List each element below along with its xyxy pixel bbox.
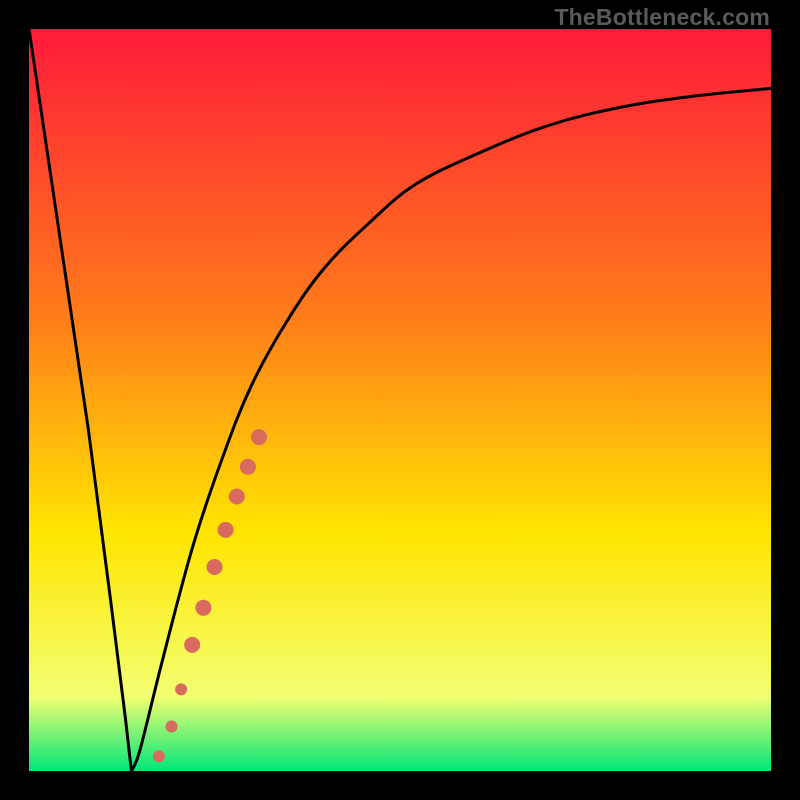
data-marker: [184, 637, 200, 653]
data-marker: [195, 600, 211, 616]
data-marker: [207, 559, 223, 575]
chart-frame: TheBottleneck.com: [0, 0, 800, 800]
data-marker: [251, 429, 267, 445]
data-marker: [229, 489, 245, 505]
data-marker: [166, 721, 178, 733]
data-marker: [240, 459, 256, 475]
data-marker: [175, 683, 187, 695]
plot-svg: [29, 29, 771, 771]
data-marker: [153, 750, 165, 762]
watermark-text: TheBottleneck.com: [554, 4, 770, 31]
plot-area: [29, 29, 771, 771]
gradient-background: [29, 29, 771, 771]
data-marker: [218, 522, 234, 538]
